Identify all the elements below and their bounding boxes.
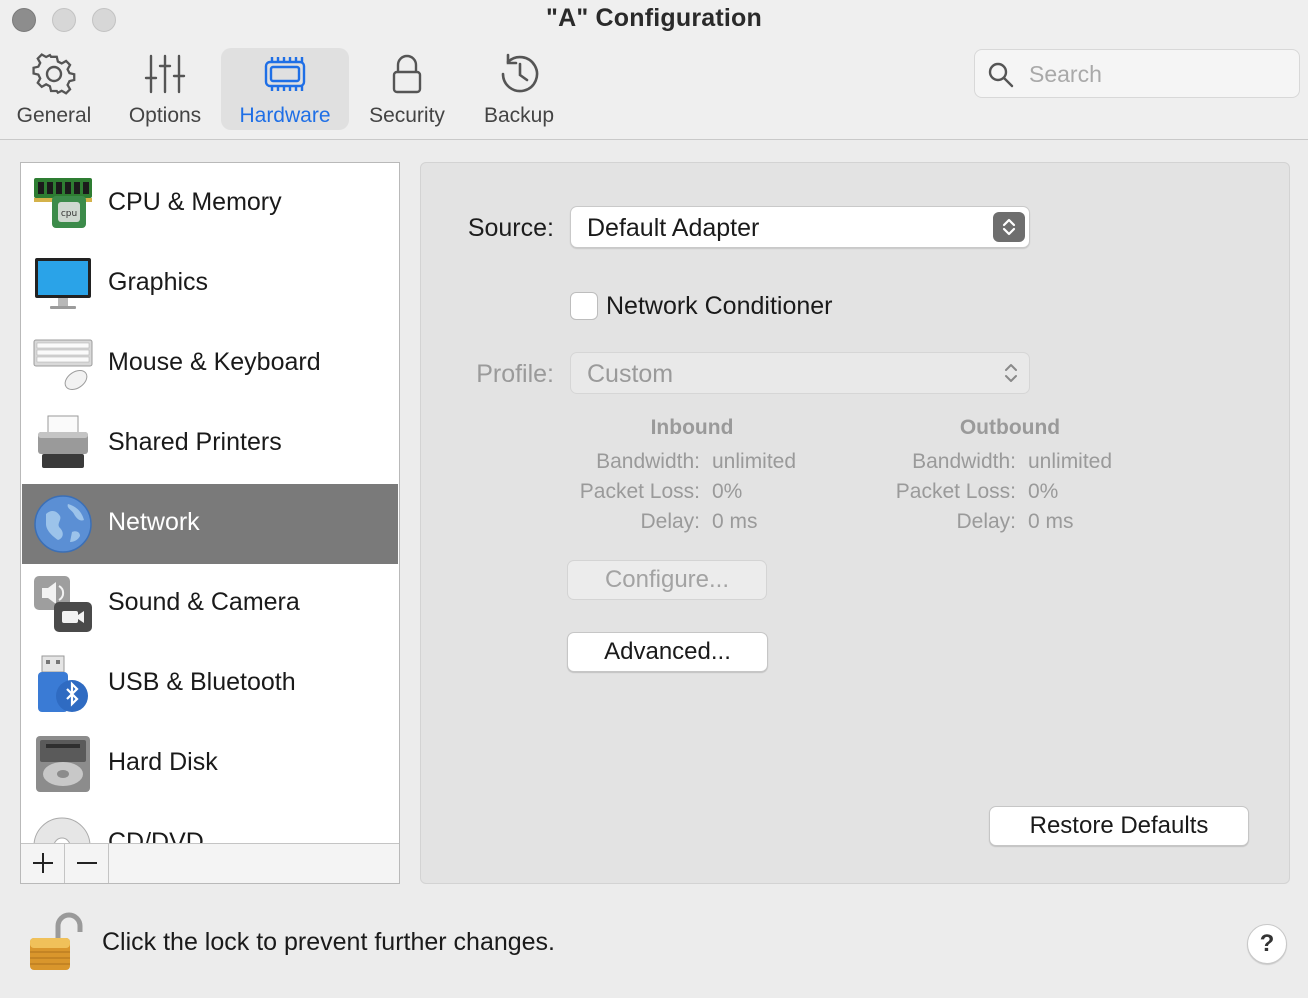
inbound-bandwidth-value: unlimited	[712, 450, 797, 473]
usb-bluetooth-icon	[38, 655, 88, 712]
add-device-button[interactable]	[21, 844, 65, 883]
tab-options[interactable]: Options	[114, 48, 216, 130]
network-conditioner-checkbox[interactable]	[570, 292, 598, 320]
search-field[interactable]	[974, 49, 1300, 98]
cpu-memory-icon: cpu	[34, 178, 92, 228]
search-icon	[988, 62, 1014, 88]
network-conditioner-label[interactable]: Network Conditioner	[606, 292, 833, 321]
monitor-icon	[35, 258, 91, 309]
chevron-updown-icon	[1005, 364, 1017, 382]
sidebar-item-cpu-memory[interactable]: cpu CPU & Memory	[22, 164, 398, 244]
chevron-updown-icon	[1002, 218, 1016, 236]
lock-status-text: Click the lock to prevent further change…	[102, 928, 556, 956]
sidebar-item-label: Mouse & Keyboard	[108, 348, 321, 376]
outbound-loss-value: 0%	[1028, 480, 1059, 503]
restore-defaults-button[interactable]: Restore Defaults	[989, 806, 1249, 846]
inbound-heading: Inbound	[650, 416, 734, 439]
advanced-button[interactable]: Advanced...	[567, 632, 768, 672]
remove-device-button[interactable]	[65, 844, 109, 883]
sidebar-item-network[interactable]: Network	[22, 484, 398, 564]
svg-text:cpu: cpu	[61, 209, 77, 219]
source-label: Source:	[467, 214, 554, 242]
inbound-bandwidth-key: Bandwidth:	[596, 450, 700, 473]
profile-label: Profile:	[476, 360, 554, 388]
sidebar-item-sound-camera[interactable]: Sound & Camera	[22, 564, 398, 644]
gear-icon	[32, 53, 76, 95]
sidebar-item-label: CPU & Memory	[108, 188, 282, 216]
inbound-loss-key: Packet Loss:	[579, 480, 700, 503]
source-stepper	[993, 212, 1025, 242]
sidebar-item-label: Network	[108, 508, 200, 536]
device-list-scroll[interactable]: cpu CPU & Memory Graphics Mouse & Keyboa…	[22, 164, 398, 844]
inbound-delay-key: Delay:	[640, 510, 700, 533]
profile-value: Custom	[587, 360, 674, 388]
sliders-icon	[144, 54, 186, 94]
tab-hardware-label: Hardware	[239, 104, 331, 127]
outbound-delay-value: 0 ms	[1028, 510, 1074, 533]
plus-icon	[33, 853, 53, 873]
tab-backup-label: Backup	[483, 104, 555, 127]
list-footer	[21, 843, 399, 883]
sidebar-item-graphics[interactable]: Graphics	[22, 244, 398, 324]
tab-hardware[interactable]: Hardware	[221, 48, 349, 130]
tab-general[interactable]: General	[6, 48, 102, 130]
hardware-device-list: cpu CPU & Memory Graphics Mouse & Keyboa…	[20, 162, 400, 884]
help-button[interactable]: ?	[1247, 924, 1287, 964]
outbound-delay-key: Delay:	[956, 510, 1016, 533]
sidebar-item-label: Hard Disk	[108, 748, 218, 776]
sidebar-item-hard-disk[interactable]: Hard Disk	[22, 724, 398, 804]
clock-history-icon	[501, 53, 539, 93]
keyboard-mouse-icon	[33, 339, 93, 391]
configure-button[interactable]: Configure...	[567, 560, 767, 600]
window-toolbar: "A" Configuration General Options Hardwa…	[0, 0, 1308, 140]
sidebar-item-mouse-keyboard[interactable]: Mouse & Keyboard	[22, 324, 398, 404]
window-title: "A" Configuration	[546, 4, 762, 32]
sidebar-item-shared-printers[interactable]: Shared Printers	[22, 404, 398, 484]
sidebar-item-label: Graphics	[108, 268, 209, 296]
sidebar-item-label: Sound & Camera	[108, 588, 300, 616]
profile-popup[interactable]: Custom	[570, 352, 1030, 394]
source-value: Default Adapter	[587, 214, 760, 242]
source-popup[interactable]: Default Adapter	[570, 206, 1030, 248]
tab-options-label: Options	[128, 104, 202, 127]
hard-disk-icon	[36, 736, 90, 792]
speaker-camera-icon	[34, 576, 92, 632]
search-input[interactable]	[1027, 58, 1287, 90]
chip-icon	[264, 57, 306, 91]
tab-security-label: Security	[369, 104, 445, 127]
sidebar-item-label: CD/DVD	[108, 828, 204, 844]
outbound-heading: Outbound	[959, 416, 1061, 439]
tab-general-label: General	[16, 104, 92, 127]
globe-icon	[34, 495, 92, 553]
tab-security[interactable]: Security	[358, 48, 456, 130]
disc-icon	[33, 817, 91, 844]
outbound-loss-key: Packet Loss:	[895, 480, 1016, 503]
sidebar-item-label: Shared Printers	[108, 428, 282, 456]
inbound-loss-value: 0%	[712, 480, 743, 503]
sidebar-item-cd-dvd[interactable]: CD/DVD	[22, 804, 398, 844]
padlock-open-icon	[30, 912, 83, 970]
printer-icon	[38, 415, 88, 468]
lock-icon	[392, 54, 422, 94]
outbound-bandwidth-key: Bandwidth:	[912, 450, 1016, 473]
outbound-bandwidth-value: unlimited	[1028, 450, 1113, 473]
tab-backup[interactable]: Backup	[470, 48, 568, 130]
minus-icon	[77, 862, 97, 864]
inbound-delay-value: 0 ms	[712, 510, 758, 533]
sidebar-item-usb-bluetooth[interactable]: USB & Bluetooth	[22, 644, 398, 724]
unlocked-padlock-button[interactable]	[28, 910, 84, 974]
sidebar-item-label: USB & Bluetooth	[108, 668, 296, 696]
